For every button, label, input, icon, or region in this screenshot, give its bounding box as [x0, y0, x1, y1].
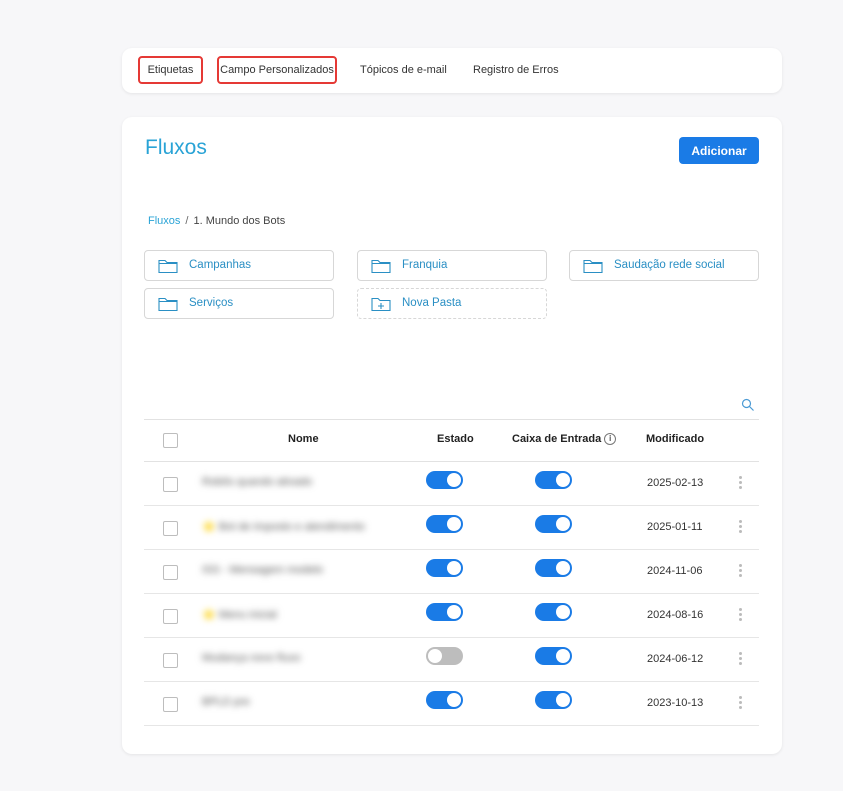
- table-row[interactable]: BPLD pre 2023-10-13: [144, 682, 759, 726]
- more-options-icon[interactable]: [737, 519, 743, 535]
- inbox-toggle[interactable]: [535, 647, 572, 665]
- status-toggle[interactable]: [426, 471, 463, 489]
- more-options-icon[interactable]: [737, 607, 743, 623]
- flow-name[interactable]: Robôs quando ativado: [202, 476, 312, 490]
- flow-name[interactable]: Mudança novo fluxo: [202, 652, 300, 666]
- breadcrumb-root-link[interactable]: Fluxos: [148, 215, 180, 227]
- table-row[interactable]: Mudança novo fluxo 2024-06-12: [144, 638, 759, 682]
- row-checkbox[interactable]: [163, 477, 178, 492]
- toggle-knob: [447, 605, 461, 619]
- modified-date: 2024-08-16: [647, 609, 704, 621]
- tab-etiquetas[interactable]: Etiquetas: [138, 56, 203, 84]
- row-checkbox[interactable]: [163, 565, 178, 580]
- breadcrumb: Fluxos / 1. Mundo dos Bots: [148, 215, 285, 227]
- folder-label: Saudação rede social: [614, 259, 725, 271]
- more-options-icon[interactable]: [737, 651, 743, 667]
- info-icon[interactable]: i: [604, 433, 617, 446]
- toggle-knob: [556, 561, 570, 575]
- tab-topicos-email[interactable]: Tópicos de e-mail: [360, 56, 447, 84]
- flow-name[interactable]: ⭐ Bot de imposto e atendimento: [202, 520, 365, 534]
- toggle-knob: [447, 473, 461, 487]
- column-header-estado[interactable]: Estado: [437, 433, 474, 445]
- modified-date: 2024-06-12: [647, 653, 704, 665]
- select-all-checkbox[interactable]: [163, 433, 178, 448]
- more-options-icon[interactable]: [737, 563, 743, 579]
- folder-label: Serviços: [189, 297, 234, 309]
- status-toggle[interactable]: [426, 515, 463, 533]
- table-row[interactable]: ⭐ Bot de imposto e atendimento 2025-01-11: [144, 506, 759, 550]
- toggle-knob: [556, 605, 570, 619]
- tab-registro-erros[interactable]: Registro de Erros: [473, 56, 559, 84]
- flows-card: Fluxos Adicionar Fluxos / 1. Mundo dos Bot…: [122, 117, 782, 754]
- inbox-toggle[interactable]: [535, 515, 572, 533]
- status-toggle[interactable]: [426, 691, 463, 709]
- table-header: Nome Estado Caixa de Entrada i Modificado: [144, 419, 759, 462]
- folder-icon: [371, 259, 391, 274]
- breadcrumb-current: 1. Mundo dos Bots: [193, 215, 286, 227]
- breadcrumb-separator: /: [185, 215, 189, 227]
- toggle-knob: [428, 649, 442, 663]
- toggle-knob: [556, 649, 570, 663]
- status-toggle[interactable]: [426, 559, 463, 577]
- tab-campo-personalizados[interactable]: Campo Personalizados: [217, 56, 337, 84]
- folder-plus-icon: [371, 297, 391, 312]
- folder-icon: [158, 297, 178, 312]
- modified-date: 2024-11-06: [647, 565, 703, 577]
- column-header-caixa-entrada: Caixa de Entrada i: [512, 433, 617, 446]
- folder-icon: [583, 259, 603, 274]
- toggle-knob: [556, 517, 570, 531]
- more-options-icon[interactable]: [737, 475, 743, 491]
- more-options-icon[interactable]: [737, 695, 743, 711]
- toggle-knob: [556, 473, 570, 487]
- top-tab-bar: Etiquetas Campo Personalizados Tópicos d…: [122, 48, 782, 93]
- flow-name[interactable]: ⭐ Menu inicial: [202, 608, 277, 622]
- inbox-toggle[interactable]: [535, 559, 572, 577]
- table-row[interactable]: Robôs quando ativado 2025-02-13: [144, 462, 759, 506]
- flows-table: Nome Estado Caixa de Entrada i Modificado…: [144, 419, 759, 726]
- inbox-toggle[interactable]: [535, 471, 572, 489]
- folder-saudacao-rede-social[interactable]: Saudação rede social: [569, 250, 759, 281]
- folder-campanhas[interactable]: Campanhas: [144, 250, 334, 281]
- folder-icon: [158, 259, 178, 274]
- folder-franquia[interactable]: Franquia: [357, 250, 547, 281]
- row-checkbox[interactable]: [163, 697, 178, 712]
- new-folder-label: Nova Pasta: [402, 297, 462, 309]
- row-checkbox[interactable]: [163, 653, 178, 668]
- row-checkbox[interactable]: [163, 609, 178, 624]
- toggle-knob: [447, 693, 461, 707]
- flow-name[interactable]: ISS - Mensagem modelo: [202, 564, 323, 578]
- modified-date: 2025-02-13: [647, 477, 704, 489]
- flow-name[interactable]: BPLD pre: [202, 696, 250, 710]
- status-toggle[interactable]: [426, 647, 463, 665]
- column-header-nome[interactable]: Nome: [288, 433, 319, 445]
- column-header-caixa-entrada-label[interactable]: Caixa de Entrada: [512, 433, 601, 445]
- status-toggle[interactable]: [426, 603, 463, 621]
- add-button[interactable]: Adicionar: [679, 137, 759, 164]
- inbox-toggle[interactable]: [535, 691, 572, 709]
- toggle-knob: [447, 561, 461, 575]
- row-checkbox[interactable]: [163, 521, 178, 536]
- folder-label: Franquia: [402, 259, 448, 271]
- modified-date: 2025-01-11: [647, 521, 703, 533]
- folder-servicos[interactable]: Serviços: [144, 288, 334, 319]
- search-icon[interactable]: [741, 398, 755, 412]
- folder-label: Campanhas: [189, 259, 252, 271]
- new-folder-button[interactable]: Nova Pasta: [357, 288, 547, 319]
- page-title: Fluxos: [145, 136, 207, 159]
- table-body: Robôs quando ativado 2025-02-13 ⭐ Bot de i…: [144, 462, 759, 726]
- toggle-knob: [447, 517, 461, 531]
- toggle-knob: [556, 693, 570, 707]
- modified-date: 2023-10-13: [647, 697, 704, 709]
- table-row[interactable]: ISS - Mensagem modelo 2024-11-06: [144, 550, 759, 594]
- column-header-modificado[interactable]: Modificado: [646, 433, 704, 445]
- inbox-toggle[interactable]: [535, 603, 572, 621]
- table-row[interactable]: ⭐ Menu inicial 2024-08-16: [144, 594, 759, 638]
